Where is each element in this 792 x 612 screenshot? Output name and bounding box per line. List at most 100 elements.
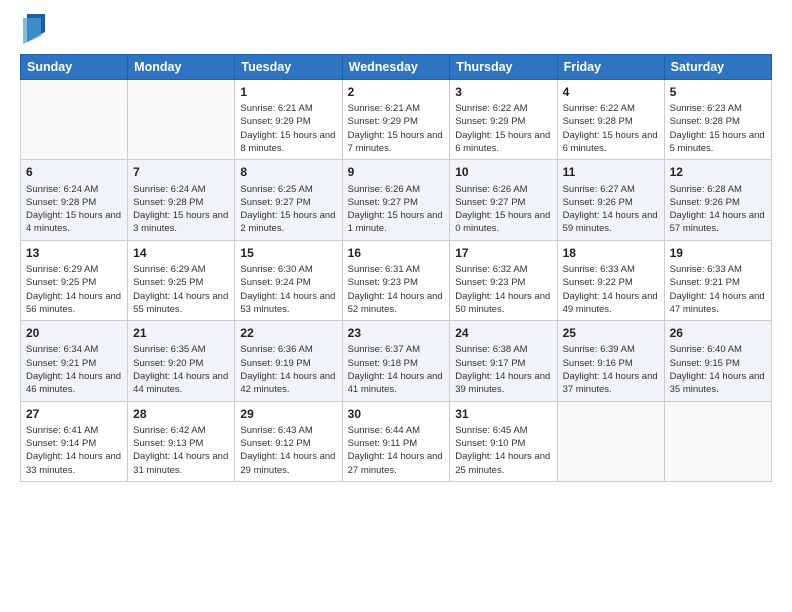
col-friday: Friday [557, 55, 664, 80]
cell-day: 25Sunrise: 6:39 AM Sunset: 9:16 PM Dayli… [557, 321, 664, 401]
week-row-4: 20 Sunrise: 6:34 AM Sunset: 9:21 PM Dayli… [21, 321, 772, 401]
cell-day [557, 401, 664, 481]
day-info: Sunrise: 6:24 AM Sunset: 9:28 PM Dayligh… [26, 183, 122, 236]
cell-day: 31Sunrise: 6:45 AM Sunset: 9:10 PM Dayli… [450, 401, 557, 481]
cell-day: 21 Sunrise: 6:35 AM Sunset: 9:20 PM Dayli… [128, 321, 235, 401]
cell-day: 30 Sunrise: 6:44 AM Sunset: 9:11 PM Dayli… [342, 401, 450, 481]
calendar-table: Sunday Monday Tuesday Wednesday Thursday… [20, 54, 772, 482]
col-saturday: Saturday [664, 55, 771, 80]
logo-icon [23, 14, 45, 44]
cell-day [128, 80, 235, 160]
cell-day: 18 Sunrise: 6:33 AM Sunset: 9:22 PM Dayli… [557, 240, 664, 320]
cell-day: 3 Sunrise: 6:22 AM Sunset: 9:29 PM Daylig… [450, 80, 557, 160]
day-number: 1 [240, 84, 336, 100]
cell-day: 29 Sunrise: 6:43 AM Sunset: 9:12 PM Dayli… [235, 401, 342, 481]
day-number: 7 [133, 164, 229, 180]
header [20, 18, 772, 44]
cell-day: 11 Sunrise: 6:27 AM Sunset: 9:26 PM Dayli… [557, 160, 664, 240]
week-row-1: 1 Sunrise: 6:21 AM Sunset: 9:29 PM Daylig… [21, 80, 772, 160]
day-number: 18 [563, 245, 659, 261]
day-number: 19 [670, 245, 766, 261]
col-wednesday: Wednesday [342, 55, 450, 80]
day-info: Sunrise: 6:32 AM Sunset: 9:23 PM Dayligh… [455, 263, 551, 316]
day-info: Sunrise: 6:21 AM Sunset: 9:29 PM Dayligh… [240, 102, 336, 155]
day-number: 9 [348, 164, 445, 180]
day-number: 3 [455, 84, 551, 100]
day-info: Sunrise: 6:34 AM Sunset: 9:21 PM Dayligh… [26, 343, 122, 396]
cell-day: 12 Sunrise: 6:28 AM Sunset: 9:26 PM Dayli… [664, 160, 771, 240]
week-row-2: 6 Sunrise: 6:24 AM Sunset: 9:28 PM Daylig… [21, 160, 772, 240]
col-thursday: Thursday [450, 55, 557, 80]
header-row: Sunday Monday Tuesday Wednesday Thursday… [21, 55, 772, 80]
day-number: 15 [240, 245, 336, 261]
day-info: Sunrise: 6:27 AM Sunset: 9:26 PM Dayligh… [563, 183, 659, 236]
day-number: 28 [133, 406, 229, 422]
col-monday: Monday [128, 55, 235, 80]
cell-day: 7 Sunrise: 6:24 AM Sunset: 9:28 PM Daylig… [128, 160, 235, 240]
day-number: 11 [563, 164, 659, 180]
cell-day: 5 Sunrise: 6:23 AM Sunset: 9:28 PM Daylig… [664, 80, 771, 160]
day-info: Sunrise: 6:41 AM Sunset: 9:14 PM Dayligh… [26, 424, 122, 477]
cell-day: 17Sunrise: 6:32 AM Sunset: 9:23 PM Dayli… [450, 240, 557, 320]
cell-day: 26Sunrise: 6:40 AM Sunset: 9:15 PM Dayli… [664, 321, 771, 401]
day-info: Sunrise: 6:33 AM Sunset: 9:21 PM Dayligh… [670, 263, 766, 316]
day-info: Sunrise: 6:24 AM Sunset: 9:28 PM Dayligh… [133, 183, 229, 236]
cell-day: 13 Sunrise: 6:29 AM Sunset: 9:25 PM Dayli… [21, 240, 128, 320]
day-info: Sunrise: 6:44 AM Sunset: 9:11 PM Dayligh… [348, 424, 445, 477]
cell-day: 14 Sunrise: 6:29 AM Sunset: 9:25 PM Dayli… [128, 240, 235, 320]
day-info: Sunrise: 6:28 AM Sunset: 9:26 PM Dayligh… [670, 183, 766, 236]
day-info: Sunrise: 6:25 AM Sunset: 9:27 PM Dayligh… [240, 183, 336, 236]
col-tuesday: Tuesday [235, 55, 342, 80]
week-row-3: 13 Sunrise: 6:29 AM Sunset: 9:25 PM Dayli… [21, 240, 772, 320]
day-info: Sunrise: 6:26 AM Sunset: 9:27 PM Dayligh… [455, 183, 551, 236]
day-number: 20 [26, 325, 122, 341]
day-info: Sunrise: 6:33 AM Sunset: 9:22 PM Dayligh… [563, 263, 659, 316]
calendar-body: 1 Sunrise: 6:21 AM Sunset: 9:29 PM Daylig… [21, 80, 772, 482]
day-number: 13 [26, 245, 122, 261]
day-info: Sunrise: 6:43 AM Sunset: 9:12 PM Dayligh… [240, 424, 336, 477]
cell-day: 1 Sunrise: 6:21 AM Sunset: 9:29 PM Daylig… [235, 80, 342, 160]
day-info: Sunrise: 6:39 AM Sunset: 9:16 PM Dayligh… [563, 343, 659, 396]
day-number: 14 [133, 245, 229, 261]
day-number: 24 [455, 325, 551, 341]
day-number: 26 [670, 325, 766, 341]
day-info: Sunrise: 6:29 AM Sunset: 9:25 PM Dayligh… [133, 263, 229, 316]
day-number: 23 [348, 325, 445, 341]
day-number: 31 [455, 406, 551, 422]
day-info: Sunrise: 6:31 AM Sunset: 9:23 PM Dayligh… [348, 263, 445, 316]
day-number: 12 [670, 164, 766, 180]
cell-day: 10Sunrise: 6:26 AM Sunset: 9:27 PM Dayli… [450, 160, 557, 240]
cell-day: 24 Sunrise: 6:38 AM Sunset: 9:17 PM Dayli… [450, 321, 557, 401]
day-info: Sunrise: 6:22 AM Sunset: 9:29 PM Dayligh… [455, 102, 551, 155]
page: Sunday Monday Tuesday Wednesday Thursday… [0, 0, 792, 612]
day-info: Sunrise: 6:35 AM Sunset: 9:20 PM Dayligh… [133, 343, 229, 396]
day-info: Sunrise: 6:23 AM Sunset: 9:28 PM Dayligh… [670, 102, 766, 155]
day-info: Sunrise: 6:30 AM Sunset: 9:24 PM Dayligh… [240, 263, 336, 316]
day-info: Sunrise: 6:22 AM Sunset: 9:28 PM Dayligh… [563, 102, 659, 155]
day-info: Sunrise: 6:21 AM Sunset: 9:29 PM Dayligh… [348, 102, 445, 155]
day-number: 22 [240, 325, 336, 341]
day-info: Sunrise: 6:37 AM Sunset: 9:18 PM Dayligh… [348, 343, 445, 396]
day-number: 5 [670, 84, 766, 100]
day-number: 30 [348, 406, 445, 422]
day-number: 16 [348, 245, 445, 261]
logo [20, 18, 45, 44]
cell-day: 23 Sunrise: 6:37 AM Sunset: 9:18 PM Dayli… [342, 321, 450, 401]
cell-day: 2 Sunrise: 6:21 AM Sunset: 9:29 PM Daylig… [342, 80, 450, 160]
day-info: Sunrise: 6:26 AM Sunset: 9:27 PM Dayligh… [348, 183, 445, 236]
cell-day: 15 Sunrise: 6:30 AM Sunset: 9:24 PM Dayli… [235, 240, 342, 320]
day-info: Sunrise: 6:36 AM Sunset: 9:19 PM Dayligh… [240, 343, 336, 396]
cell-day: 4 Sunrise: 6:22 AM Sunset: 9:28 PM Daylig… [557, 80, 664, 160]
day-number: 2 [348, 84, 445, 100]
day-info: Sunrise: 6:42 AM Sunset: 9:13 PM Dayligh… [133, 424, 229, 477]
day-number: 6 [26, 164, 122, 180]
day-number: 21 [133, 325, 229, 341]
cell-day: 20 Sunrise: 6:34 AM Sunset: 9:21 PM Dayli… [21, 321, 128, 401]
cell-day [664, 401, 771, 481]
day-number: 29 [240, 406, 336, 422]
day-number: 4 [563, 84, 659, 100]
day-info: Sunrise: 6:29 AM Sunset: 9:25 PM Dayligh… [26, 263, 122, 316]
cell-day [21, 80, 128, 160]
day-info: Sunrise: 6:38 AM Sunset: 9:17 PM Dayligh… [455, 343, 551, 396]
cell-day: 6 Sunrise: 6:24 AM Sunset: 9:28 PM Daylig… [21, 160, 128, 240]
